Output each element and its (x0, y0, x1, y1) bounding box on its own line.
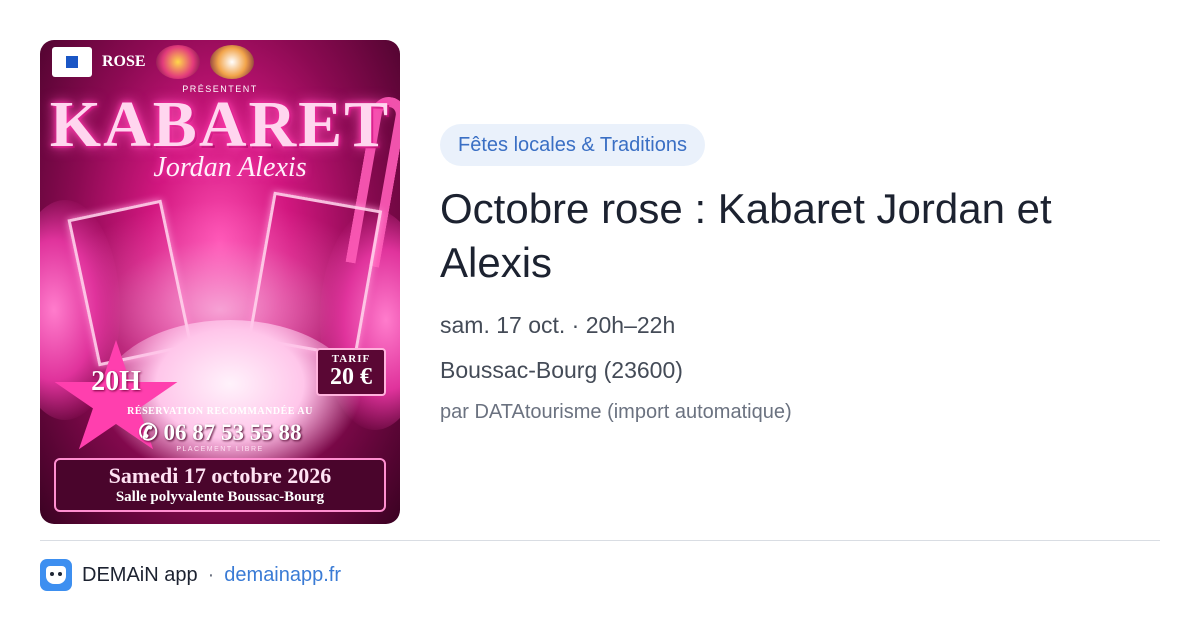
poster-title: KABARET (49, 88, 391, 161)
app-domain-link[interactable]: demainapp.fr (224, 564, 341, 587)
poster-price: 20 € (330, 364, 372, 390)
poster-venue: Salle polyvalente Boussac-Bourg (115, 489, 325, 506)
footer: DEMAiN app · demainapp.fr (40, 558, 341, 592)
poster-sponsor-logos: ROSE (52, 40, 388, 84)
poster-phone-number: 06 87 53 55 88 (163, 420, 302, 445)
event-title[interactable]: Octobre rose : Kabaret Jordan et Alexis (440, 182, 1140, 290)
app-name[interactable]: DEMAiN app (82, 564, 198, 587)
event-location: Boussac-Bourg (23600) (440, 357, 683, 383)
poster-phone: ✆ 06 87 53 55 88 (138, 420, 302, 445)
footer-divider (40, 540, 1160, 541)
poster-price-badge: TARIF 20 € (316, 348, 386, 396)
event-poster-image[interactable]: ROSE PRÉSENTENT KABARET Jordan Alexis 20… (40, 40, 400, 524)
event-source: par DATAtourisme (import automatique) (440, 401, 792, 423)
category-badge[interactable]: Fêtes locales & Traditions (440, 124, 705, 166)
event-date-time: sam. 17 oct. · 20h–22h (440, 312, 676, 338)
demain-app-icon[interactable] (40, 559, 72, 591)
poster-date: Samedi 17 octobre 2026 (108, 463, 332, 488)
poster-seating: PLACEMENT LIBRE (176, 446, 264, 453)
poster-reservation-note: RÉSERVATION RECOMMANDÉE AU (127, 406, 313, 417)
association-logo (155, 45, 200, 79)
poster-date-band: Samedi 17 octobre 2026 Salle polyvalente… (54, 458, 386, 512)
ligue-cancer-logo (52, 47, 92, 77)
poster-org-name: ROSE (102, 53, 146, 70)
poster-time: 20H (91, 366, 141, 397)
poster-subtitle: Jordan Alexis (153, 152, 307, 183)
footer-separator: · (207, 563, 215, 586)
mascot-logo (209, 45, 254, 79)
